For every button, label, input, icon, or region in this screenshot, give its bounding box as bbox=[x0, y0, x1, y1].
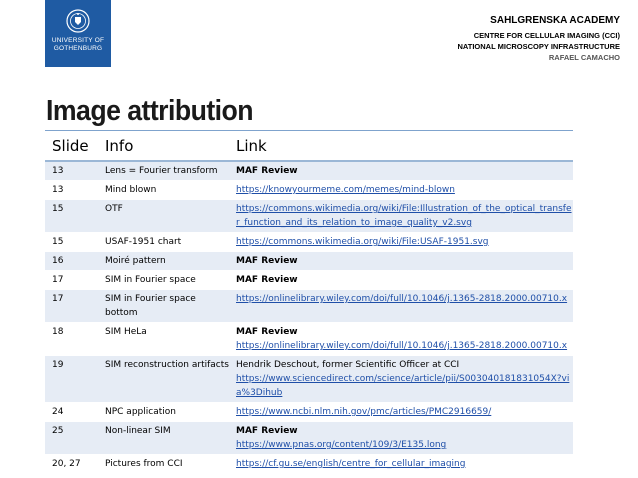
source-link[interactable]: https://commons.wikimedia.org/wiki/File:… bbox=[236, 235, 573, 249]
academy-name: SAHLGRENSKA ACADEMY bbox=[490, 15, 620, 26]
page-title: Image attribution bbox=[46, 95, 254, 127]
info-cell: NPC application bbox=[98, 402, 229, 422]
slide-cell: 16 bbox=[45, 251, 98, 271]
link-cell: https://commons.wikimedia.org/wiki/File:… bbox=[229, 232, 573, 252]
source-link[interactable]: https://knowyourmeme.com/memes/mind-blow… bbox=[236, 183, 573, 197]
table-body: 13 Lens = Fourier transform MAF Review 13 Mi… bbox=[45, 161, 573, 474]
source-label: MAF Review bbox=[236, 256, 298, 266]
table-row: 17 SIM in Fourier space bottom https://onl… bbox=[45, 289, 573, 323]
info-cell: SIM reconstruction artifacts bbox=[98, 355, 229, 403]
info-cell: Lens = Fourier transform bbox=[98, 161, 229, 181]
header-slide: Slide bbox=[45, 132, 98, 162]
source-label: MAF Review bbox=[236, 327, 298, 337]
info-cell: SIM in Fourier space bottom bbox=[98, 289, 229, 323]
logo-line-1: UNIVERSITY OF bbox=[51, 37, 105, 44]
info-cell: OTF bbox=[98, 199, 229, 233]
slide-cell: 15 bbox=[45, 199, 98, 233]
link-cell: MAF Review bbox=[229, 270, 573, 290]
link-cell: https://commons.wikimedia.org/wiki/File:… bbox=[229, 199, 573, 233]
infrastructure-name: NATIONAL MICROSCOPY INFRASTRUCTURE bbox=[457, 42, 620, 51]
source-link[interactable]: https://onlinelibrary.wiley.com/doi/full… bbox=[236, 339, 573, 353]
slide-cell: 24 bbox=[45, 402, 98, 422]
table-row: 13 Lens = Fourier transform MAF Review bbox=[45, 161, 573, 181]
header-link: Link bbox=[229, 132, 573, 162]
info-cell: Non-linear SIM bbox=[98, 421, 229, 455]
university-seal-icon bbox=[66, 9, 90, 33]
slide-cell: 17 bbox=[45, 270, 98, 290]
table-row: 25 Non-linear SIM MAF Review https://www.pn… bbox=[45, 421, 573, 455]
link-cell: MAF Review https://www.pnas.org/content/1… bbox=[229, 421, 573, 455]
table-row: 20, 27 Pictures from CCI https://cf.gu.se/… bbox=[45, 454, 573, 474]
info-cell: Pictures from CCI bbox=[98, 454, 229, 474]
slide-cell: 19 bbox=[45, 355, 98, 403]
slide-cell: 25 bbox=[45, 421, 98, 455]
table-row: 16 Moiré pattern MAF Review bbox=[45, 251, 573, 271]
link-cell: https://www.ncbi.nlm.nih.gov/pmc/article… bbox=[229, 402, 573, 422]
university-logo: UNIVERSITY OF GOTHENBURG bbox=[45, 0, 111, 67]
source-link[interactable]: https://onlinelibrary.wiley.com/doi/full… bbox=[236, 292, 573, 306]
header-info: Info bbox=[98, 132, 229, 162]
author-name: RAFAEL CAMACHO bbox=[548, 53, 620, 62]
source-link[interactable]: https://cf.gu.se/english/centre_for_cell… bbox=[236, 457, 573, 471]
source-link[interactable]: https://commons.wikimedia.org/wiki/File:… bbox=[236, 202, 573, 230]
logo-line-2: GOTHENBURG bbox=[53, 45, 103, 52]
link-cell: MAF Review bbox=[229, 251, 573, 271]
source-label: MAF Review bbox=[236, 426, 298, 436]
table-header-row: Slide Info Link bbox=[45, 132, 573, 162]
info-cell: Mind blown bbox=[98, 180, 229, 200]
source-credit: Hendrik Deschout, former Scientific Offi… bbox=[236, 360, 460, 370]
header-info: SAHLGRENSKA ACADEMY CENTRE FOR CELLULAR … bbox=[457, 14, 620, 63]
link-cell: MAF Review https://onlinelibrary.wiley.co… bbox=[229, 322, 573, 356]
slide-cell: 15 bbox=[45, 232, 98, 252]
slide-cell: 18 bbox=[45, 322, 98, 356]
centre-name: CENTRE FOR CELLULAR IMAGING (CCI) bbox=[473, 31, 620, 40]
info-cell: SIM in Fourier space bbox=[98, 270, 229, 290]
link-cell: Hendrik Deschout, former Scientific Offi… bbox=[229, 355, 573, 403]
slide-cell: 13 bbox=[45, 161, 98, 181]
table-row: 13 Mind blown https://knowyourmeme.com/mem… bbox=[45, 180, 573, 200]
slide-cell: 17 bbox=[45, 289, 98, 323]
info-cell: USAF-1951 chart bbox=[98, 232, 229, 252]
table-row: 24 NPC application https://www.ncbi.nlm.ni… bbox=[45, 402, 573, 422]
link-cell: MAF Review bbox=[229, 161, 573, 181]
slide-cell: 13 bbox=[45, 180, 98, 200]
table-row: 15 OTF https://commons.wikimedia.org/wiki/… bbox=[45, 199, 573, 233]
title-divider bbox=[45, 130, 573, 131]
info-cell: Moiré pattern bbox=[98, 251, 229, 271]
source-label: MAF Review bbox=[236, 166, 298, 176]
source-label: MAF Review bbox=[236, 275, 298, 285]
table-row: 18 SIM HeLa MAF Review https://onlinelibrar… bbox=[45, 322, 573, 356]
source-link[interactable]: https://www.ncbi.nlm.nih.gov/pmc/article… bbox=[236, 405, 573, 419]
source-link[interactable]: https://www.pnas.org/content/109/3/E135.… bbox=[236, 438, 573, 452]
table-row: 17 SIM in Fourier space MAF Review bbox=[45, 270, 573, 290]
attribution-table: Slide Info Link 13 Lens = Fourier transfo… bbox=[45, 132, 573, 474]
info-cell: SIM HeLa bbox=[98, 322, 229, 356]
link-cell: https://cf.gu.se/english/centre_for_cell… bbox=[229, 454, 573, 474]
table-row: 15 USAF-1951 chart https://commons.wikimed… bbox=[45, 232, 573, 252]
table-row: 19 SIM reconstruction artifacts Hendrik De… bbox=[45, 355, 573, 403]
link-cell: https://onlinelibrary.wiley.com/doi/full… bbox=[229, 289, 573, 323]
source-link[interactable]: https://www.sciencedirect.com/science/ar… bbox=[236, 372, 573, 400]
link-cell: https://knowyourmeme.com/memes/mind-blow… bbox=[229, 180, 573, 200]
slide-cell: 20, 27 bbox=[45, 454, 98, 474]
